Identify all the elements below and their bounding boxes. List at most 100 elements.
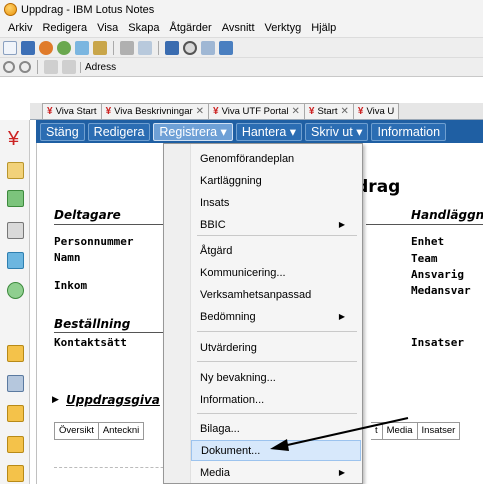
menu-item-information[interactable]: Information... — [191, 389, 361, 410]
section-handlaggning: Handläggn — [411, 208, 483, 222]
close-icon[interactable]: ✕ — [291, 106, 299, 117]
section-deltagare: Deltagare — [54, 208, 121, 222]
menu-bar: Arkiv Redigera Visa Skapa Åtgärder Avsni… — [0, 19, 483, 37]
tab-anteckningar[interactable]: Anteckni — [97, 422, 145, 440]
menu-separator — [197, 235, 357, 236]
field-team: Team — [411, 252, 438, 265]
menu-item-dokument[interactable]: Dokument... — [191, 440, 361, 461]
tab-viva-u[interactable]: ¥ Viva U — [352, 103, 400, 119]
field-personnummer: Personnummer — [54, 235, 134, 248]
pushpin-icon: ¥ — [105, 106, 112, 117]
menu-item-label: Information... — [200, 393, 265, 406]
link-icon[interactable] — [201, 40, 215, 55]
folder-icon[interactable] — [7, 465, 24, 482]
menu-item-ny-bevakning[interactable]: Ny bevakning... — [191, 367, 361, 388]
search-icon[interactable] — [3, 61, 15, 73]
section-uppdragsgivare[interactable]: Uppdragsgiva — [66, 393, 160, 407]
field-namn: Namn — [54, 251, 81, 264]
properties-icon[interactable] — [219, 40, 233, 55]
field-insatser: Insatser — [411, 336, 464, 349]
edit-button[interactable]: Redigera — [87, 122, 151, 141]
menu-item-media[interactable]: Media ▶ — [191, 462, 361, 483]
menu-skapa[interactable]: Skapa — [123, 22, 164, 34]
new-document-icon[interactable] — [3, 40, 17, 55]
menu-item-label: Dokument... — [201, 444, 261, 457]
menu-item-åtgärd[interactable]: Åtgärd — [191, 240, 361, 261]
bookmark-icon[interactable] — [62, 60, 76, 74]
lotus-notes-logo-icon[interactable]: ¥ — [8, 128, 19, 151]
tab-viva-beskrivningar[interactable]: ¥ Viva Beskrivningar ✕ — [100, 103, 210, 119]
close-icon[interactable]: ✕ — [196, 106, 204, 117]
menu-visa[interactable]: Visa — [92, 22, 123, 34]
submenu-arrow-icon: ▶ — [338, 312, 345, 321]
menu-atgarder[interactable]: Åtgärder — [165, 22, 217, 34]
menu-item-bilaga[interactable]: Bilaga... — [191, 418, 361, 439]
manage-menu-button[interactable]: Hantera ▾ — [235, 122, 303, 141]
title-bar: Uppdrag - IBM Lotus Notes — [0, 0, 483, 19]
register-menu-button[interactable]: Registrera ▾ — [153, 122, 233, 141]
menu-item-kommunicering[interactable]: Kommunicering... — [191, 262, 361, 283]
expand-triangle-icon[interactable]: ▶ — [52, 394, 59, 405]
refresh-icon[interactable] — [57, 40, 71, 55]
home-icon[interactable] — [44, 60, 58, 74]
close-button[interactable]: Stäng — [40, 122, 85, 141]
print-menu-button[interactable]: Skriv ut ▾ — [305, 122, 369, 141]
todo-icon[interactable] — [7, 252, 24, 269]
submenu-arrow-icon: ▶ — [338, 220, 345, 229]
folder-icon[interactable] — [7, 436, 24, 453]
section-bestallning: Beställning — [54, 317, 131, 331]
tab-viva-start[interactable]: ¥ Viva Start — [42, 103, 102, 119]
tab-viva-utf-portal[interactable]: ¥ Viva UTF Portal ✕ — [208, 103, 305, 119]
database-icon[interactable] — [7, 375, 24, 392]
calendar-icon[interactable] — [7, 190, 24, 207]
menu-item-bedömning[interactable]: Bedömning ▶ — [191, 306, 361, 327]
folder-icon[interactable] — [7, 345, 24, 362]
address-label[interactable]: Adress — [80, 61, 120, 73]
replication-icon[interactable] — [7, 282, 24, 299]
menu-avsnitt[interactable]: Avsnitt — [217, 22, 260, 34]
menu-item-utvärdering[interactable]: Utvärdering — [191, 337, 361, 358]
window-title: Uppdrag - IBM Lotus Notes — [21, 3, 155, 16]
toolbar-separator — [158, 40, 159, 55]
tab-label: Viva Beskrivningar — [114, 106, 193, 117]
pushpin-icon: ¥ — [213, 106, 219, 117]
search-icon[interactable] — [183, 40, 197, 55]
edit-icon[interactable] — [93, 40, 107, 55]
menu-item-kartläggning[interactable]: Kartläggning — [191, 170, 361, 191]
field-enhet: Enhet — [411, 235, 445, 248]
tab-media[interactable]: Media — [381, 422, 418, 440]
window-tab-row: ¥ Viva Start ¥ Viva Beskrivningar ✕ ¥ Vi… — [30, 103, 483, 120]
menu-item-verksamhetsanpassad[interactable]: Verksamhetsanpassad — [191, 284, 361, 305]
folder-icon[interactable] — [7, 405, 24, 422]
menu-item-bbic[interactable]: BBIC ▶ — [191, 214, 361, 235]
mail-icon[interactable] — [7, 162, 24, 179]
submenu-arrow-icon: ▶ — [338, 468, 345, 477]
close-icon[interactable]: ✕ — [341, 106, 349, 117]
tab-label: Viva U — [366, 106, 395, 117]
menu-item-genomförandeplan[interactable]: Genomförandeplan — [191, 148, 361, 169]
menu-verktyg[interactable]: Verktyg — [260, 22, 307, 34]
tab-oversikt[interactable]: Översikt — [54, 422, 99, 440]
flag-icon[interactable] — [120, 40, 134, 55]
search-replace-icon[interactable] — [19, 61, 31, 73]
menu-item-insats[interactable]: Insats — [191, 192, 361, 213]
information-button[interactable]: Information — [371, 122, 447, 141]
tab-insatser[interactable]: Insatser — [416, 422, 461, 440]
tab-start[interactable]: ¥ Start ✕ — [303, 103, 354, 119]
contacts-icon[interactable] — [7, 222, 24, 239]
menu-icon-gutter — [164, 144, 191, 483]
tab-label: Start — [317, 106, 338, 117]
menu-redigera[interactable]: Redigera — [37, 22, 92, 34]
save-icon[interactable] — [21, 40, 35, 55]
pushpin-icon: ¥ — [357, 106, 364, 117]
close-icon[interactable] — [39, 40, 53, 55]
menu-separator — [197, 413, 357, 414]
arrow-icon[interactable] — [138, 40, 152, 55]
pushpin-icon: ¥ — [308, 106, 315, 117]
menu-hjalp[interactable]: Hjälp — [306, 22, 341, 34]
address-toolbar: Adress — [0, 57, 483, 77]
menu-item-label: Kartläggning — [200, 174, 262, 187]
binoculars-icon[interactable] — [165, 40, 179, 55]
menu-arkiv[interactable]: Arkiv — [3, 22, 37, 34]
forward-icon[interactable] — [75, 40, 89, 55]
